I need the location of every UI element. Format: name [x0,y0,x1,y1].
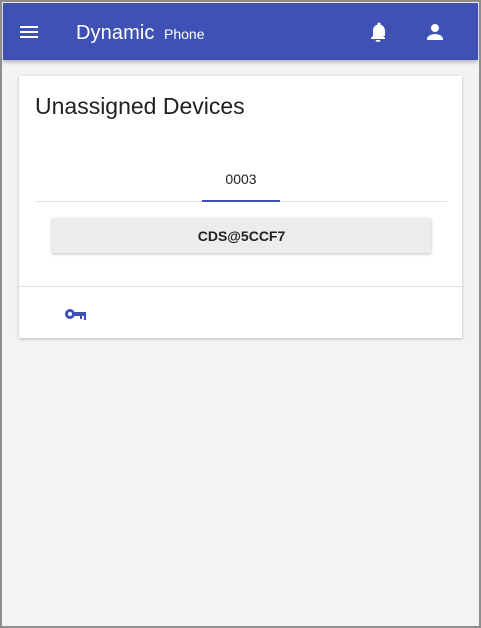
tab-0003[interactable]: 0003 [202,156,280,201]
menu-button[interactable] [14,17,44,47]
app-window: Dynamic Phone Unassigned Devices 0003 CD… [0,0,481,628]
device-tabs: 0003 [35,156,447,202]
notifications-button[interactable] [366,20,390,44]
card-title: Unassigned Devices [35,93,245,119]
active-tab-indicator [202,200,280,202]
device-button[interactable]: CDS@5CCF7 [52,218,431,253]
card-divider [19,286,462,287]
app-title: Dynamic [76,22,155,44]
unassigned-devices-card: Unassigned Devices 0003 CDS@5CCF7 [19,76,462,338]
account-button[interactable] [423,20,447,44]
app-bar: Dynamic Phone [3,3,478,60]
key-icon [65,309,86,320]
key-button[interactable] [63,305,89,323]
menu-icon [20,26,38,38]
bell-icon [371,22,385,42]
app-subtitle: Phone [164,26,205,42]
person-icon [427,24,443,40]
